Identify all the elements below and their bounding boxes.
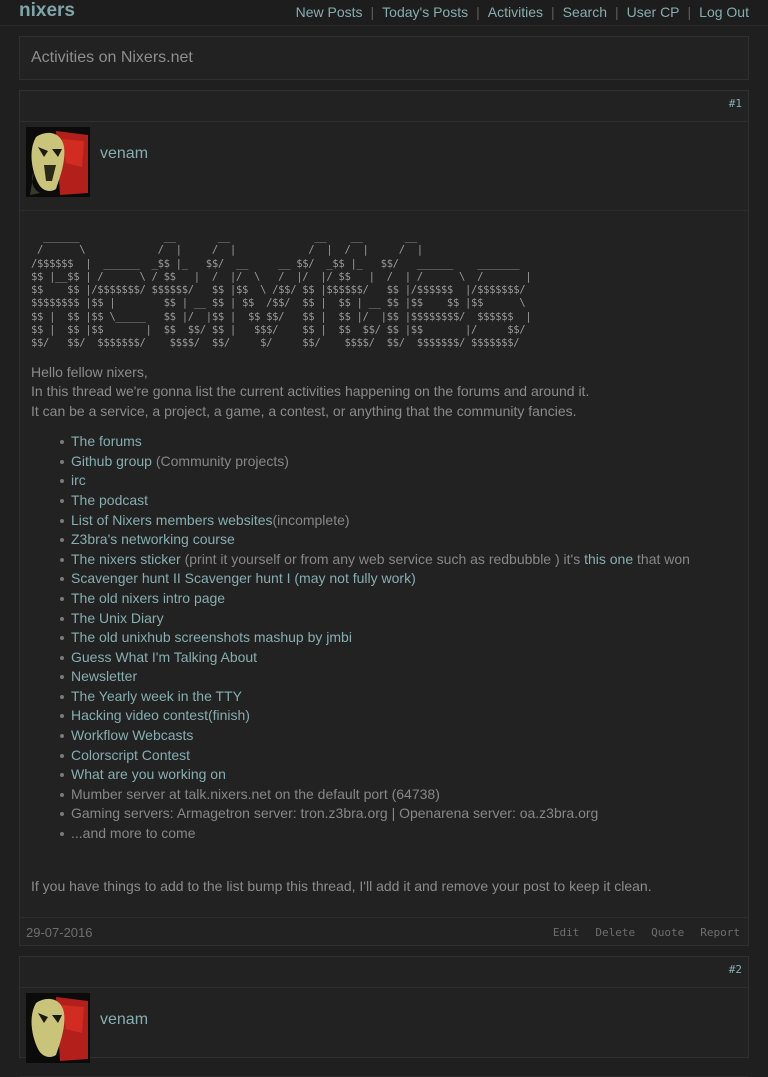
activity-link[interactable]: The old unixhub screenshots mashup by jm…	[71, 629, 352, 645]
activity-link[interactable]: The forums	[71, 433, 142, 449]
top-nav: New Posts | Today's Posts | Activities |…	[296, 4, 749, 20]
post-intro: Hello fellow nixers, In this thread we'r…	[31, 363, 736, 422]
intro-line: It can be a service, a project, a game, …	[31, 402, 577, 419]
list-item: The Yearly week in the TTY	[60, 687, 736, 707]
quote-button[interactable]: Quote	[651, 926, 684, 939]
nav-separator: |	[687, 4, 692, 20]
activity-link[interactable]: Newsletter	[71, 668, 137, 684]
post-outro: If you have things to add to the list bu…	[31, 877, 652, 894]
activity-note: that won	[633, 550, 690, 567]
list-item: Mumber server at talk.nixers.net on the …	[60, 785, 736, 805]
activity-link[interactable]: Guess What I'm Talking About	[71, 649, 257, 665]
list-item: Github group (Community projects)	[60, 452, 736, 472]
activity-note: (Community projects)	[151, 452, 289, 469]
nav-separator: |	[370, 4, 375, 20]
list-item: Gaming servers: Armagetron server: tron.…	[60, 804, 736, 824]
list-item: Colorscript Contest	[60, 746, 736, 766]
nav-search[interactable]: Search	[563, 4, 607, 20]
nav-separator: |	[476, 4, 480, 20]
list-item: Scavenger hunt II Scavenger hunt I (may …	[60, 569, 736, 589]
activity-link[interactable]: The Yearly week in the TTY	[71, 688, 242, 704]
activity-link[interactable]: Scavenger hunt II	[71, 570, 181, 586]
list-item: The old unixhub screenshots mashup by jm…	[60, 628, 736, 648]
list-item: irc	[60, 471, 736, 491]
activity-link[interactable]: this one	[584, 551, 633, 567]
list-item: The podcast	[60, 491, 736, 511]
post-number-link[interactable]: #2	[729, 963, 742, 976]
list-item: The old nixers intro page	[60, 589, 736, 609]
list-item: Newsletter	[60, 667, 736, 687]
activity-note: (print it yourself or from any web servi…	[180, 550, 585, 567]
nav-todays-posts[interactable]: Today's Posts	[382, 4, 468, 20]
nav-activities[interactable]: Activities	[488, 4, 543, 20]
post-author-name[interactable]: venam	[100, 145, 148, 163]
post-footer: 29-07-2016 Edit Delete Quote Report	[20, 917, 748, 946]
nav-new-posts[interactable]: New Posts	[296, 4, 363, 20]
activity-link[interactable]: The Unix Diary	[71, 610, 164, 626]
post-body: ______ __ __ __ __ __ / \ / | / | / | / …	[31, 231, 736, 894]
activity-note: Mumber server at talk.nixers.net on the …	[71, 785, 440, 802]
nav-separator: |	[614, 4, 619, 20]
list-item: Z3bra's networking course	[60, 530, 736, 550]
post-actions: Edit Delete Quote Report	[553, 926, 740, 939]
post-author-name[interactable]: venam	[100, 1011, 148, 1029]
site-logo[interactable]: nixers	[19, 0, 75, 22]
post-1: #1 venam ______ __ __ __ __ __ / \ / | /…	[19, 90, 749, 946]
activity-note: ...and more to come	[71, 825, 196, 842]
activity-link[interactable]: List of Nixers members websites	[71, 512, 273, 528]
activity-link[interactable]: Colorscript Contest	[71, 747, 190, 763]
activity-link[interactable]: Scavenger hunt I (may not fully work)	[181, 570, 416, 586]
activity-note: Gaming servers: Armagetron server: tron.…	[71, 805, 599, 822]
activity-link[interactable]: The nixers sticker	[71, 551, 181, 567]
activity-link[interactable]: Workflow Webcasts	[71, 727, 193, 743]
delete-button[interactable]: Delete	[595, 926, 635, 939]
list-item: Guess What I'm Talking About	[60, 648, 736, 668]
list-item: What are you working on	[60, 765, 736, 785]
activity-link[interactable]: Z3bra's networking course	[71, 531, 235, 547]
thread-title: Activities on Nixers.net	[31, 49, 193, 66]
activity-link[interactable]: Github group	[71, 453, 152, 469]
post-2: #2 venam	[19, 956, 749, 1077]
activity-link[interactable]: Hacking video contest(finish)	[71, 707, 250, 723]
nav-user-cp[interactable]: User CP	[627, 4, 680, 20]
activity-link[interactable]: The podcast	[71, 492, 148, 508]
post-author-row: venam	[20, 988, 748, 1077]
list-item: The Unix Diary	[60, 609, 736, 629]
activity-link[interactable]: The old nixers intro page	[71, 590, 225, 606]
post-author-row: venam	[20, 122, 748, 211]
post-header: #2	[20, 957, 748, 988]
avatar-image-icon	[26, 127, 90, 197]
thread-title-panel: Activities on Nixers.net	[19, 36, 749, 80]
post-number-link[interactable]: #1	[729, 97, 742, 110]
nav-separator: |	[550, 4, 555, 20]
activity-list: The forums Github group (Community projec…	[31, 432, 736, 843]
avatar-image-icon	[26, 993, 90, 1063]
nav-log-out[interactable]: Log Out	[699, 4, 749, 20]
ascii-art-banner: ______ __ __ __ __ __ / \ / | / | / | / …	[31, 231, 532, 350]
activity-link[interactable]: What are you working on	[71, 766, 226, 782]
avatar[interactable]	[26, 993, 90, 1063]
activity-link[interactable]: irc	[71, 472, 86, 488]
intro-line: In this thread we're gonna list the curr…	[31, 383, 590, 400]
avatar[interactable]	[26, 127, 90, 197]
list-item: List of Nixers members websites(incomple…	[60, 511, 736, 531]
activity-note: (incomplete)	[272, 511, 350, 528]
post-date: 29-07-2016	[26, 925, 93, 940]
post-header: #1	[20, 91, 748, 122]
list-item: The forums	[60, 432, 736, 452]
list-item: Workflow Webcasts	[60, 726, 736, 746]
list-item: ...and more to come	[60, 824, 736, 844]
list-item: Hacking video contest(finish)	[60, 706, 736, 726]
list-item: The nixers sticker (print it yourself or…	[60, 550, 736, 570]
top-bar: nixers New Posts | Today's Posts | Activ…	[0, 0, 768, 26]
edit-button[interactable]: Edit	[553, 926, 580, 939]
intro-line: Hello fellow nixers,	[31, 363, 148, 380]
report-button[interactable]: Report	[700, 926, 740, 939]
